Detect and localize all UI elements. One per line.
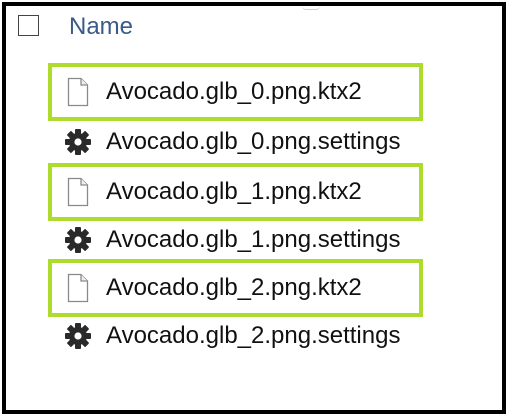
- gear-icon: [64, 318, 92, 354]
- file-row-ktx2-0[interactable]: Avocado.glb_0.png.ktx2: [64, 70, 362, 114]
- gear-icon: [64, 124, 92, 160]
- document-icon: [64, 174, 92, 210]
- file-name: Avocado.glb_0.png.ktx2: [106, 78, 362, 105]
- file-name: Avocado.glb_1.png.settings: [106, 226, 401, 253]
- document-icon: [64, 74, 92, 110]
- gear-icon: [64, 222, 92, 258]
- file-row-ktx2-1[interactable]: Avocado.glb_1.png.ktx2: [64, 170, 362, 214]
- select-all-checkbox[interactable]: [18, 15, 39, 36]
- document-icon: [64, 270, 92, 306]
- file-list-panel: Name Avocado.glb_0.png.ktx2 Avocado.glb_…: [2, 2, 506, 414]
- column-header-name[interactable]: Name: [69, 13, 133, 41]
- file-row-settings-1[interactable]: Avocado.glb_1.png.settings: [64, 218, 400, 262]
- file-row-settings-0[interactable]: Avocado.glb_0.png.settings: [64, 120, 400, 164]
- file-row-settings-2[interactable]: Avocado.glb_2.png.settings: [64, 314, 400, 358]
- file-name: Avocado.glb_2.png.settings: [106, 322, 401, 349]
- file-row-ktx2-2[interactable]: Avocado.glb_2.png.ktx2: [64, 266, 362, 310]
- file-name: Avocado.glb_1.png.ktx2: [106, 178, 362, 205]
- column-header-row: Name: [6, 6, 502, 50]
- file-name: Avocado.glb_0.png.settings: [106, 128, 401, 155]
- file-name: Avocado.glb_2.png.ktx2: [106, 274, 362, 301]
